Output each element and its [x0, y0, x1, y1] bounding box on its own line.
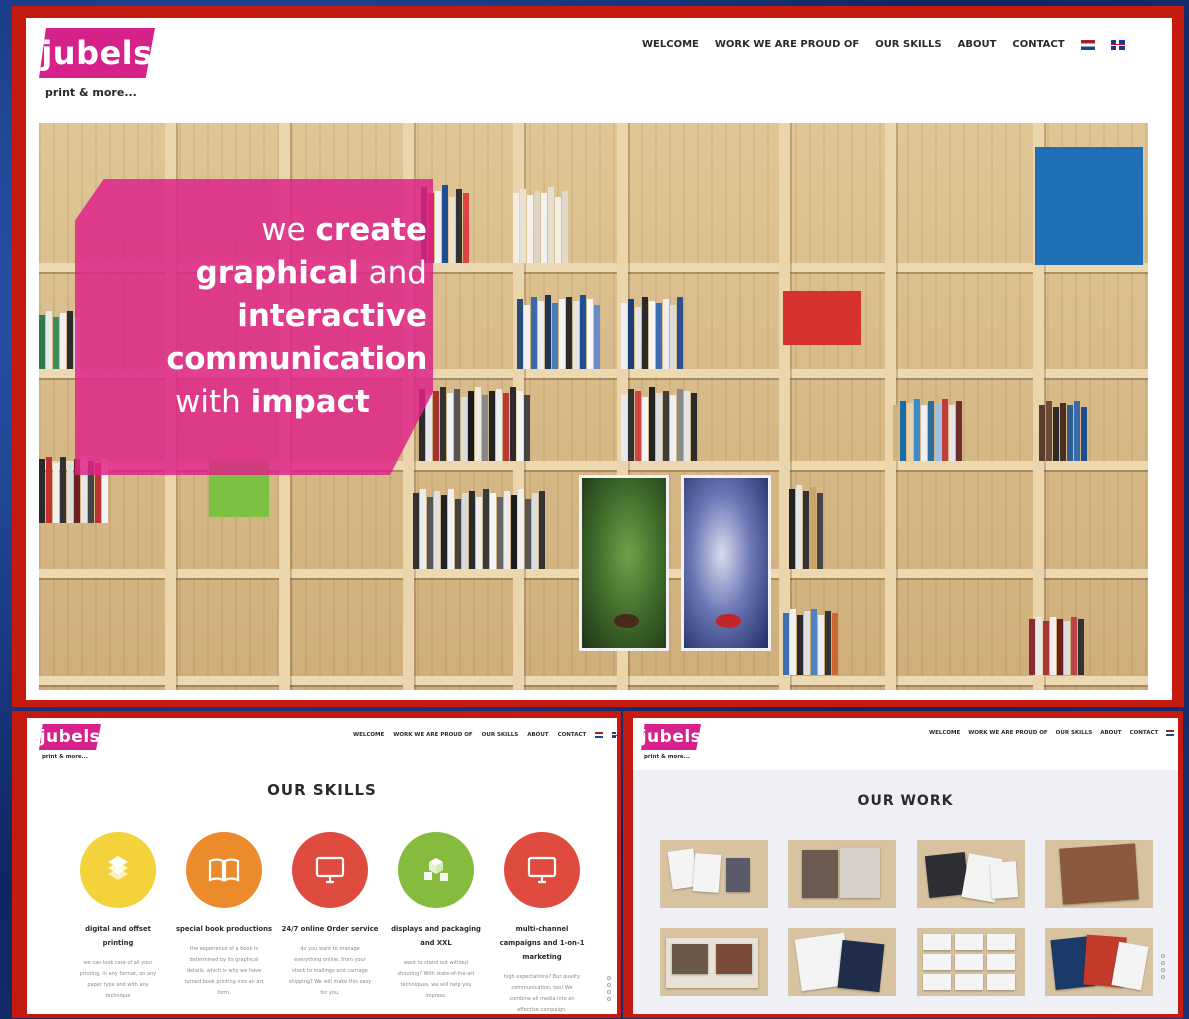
nav-about[interactable]: ABOUT [527, 732, 548, 738]
work-thumb-book-spread[interactable] [660, 928, 768, 996]
monitor-icon [315, 856, 345, 884]
skill-title: multi-channel campaigns and 1-on-1 marketi… [499, 925, 585, 961]
work-thumb-brochures[interactable] [660, 840, 768, 908]
work-heading: OUR WORK [857, 793, 954, 809]
nav-welcome[interactable]: WELCOME [642, 39, 699, 50]
skill-description: want to stand out without shouting? With … [397, 960, 475, 999]
skill-circle [80, 832, 156, 908]
work-section-panel: jubels print & more... WELCOME WORK WE A… [633, 718, 1178, 1014]
nav-about[interactable]: ABOUT [958, 39, 997, 50]
logo-tagline: print & more... [42, 754, 88, 760]
skill-circle [504, 832, 580, 908]
nav-skills[interactable]: OUR SKILLS [1056, 730, 1093, 736]
skills-section-panel: jubels print & more... WELCOME WORK WE A… [27, 718, 617, 1014]
skill-description: high expectations? But quality communicat… [503, 974, 581, 1013]
skills-heading: OUR SKILLS [267, 781, 377, 799]
logo-badge: jubels [641, 724, 701, 750]
nav-skills[interactable]: OUR SKILLS [875, 39, 941, 50]
skill-card[interactable]: 24/7 online Order service do you want to… [275, 832, 385, 999]
main-nav: WELCOME WORK WE ARE PROUD OF OUR SKILLS … [353, 732, 617, 738]
skill-card[interactable]: displays and packaging and XXL want to st… [381, 832, 491, 1002]
monitor-icon [527, 856, 557, 884]
work-thumb-dark-booklets[interactable] [917, 840, 1025, 908]
skill-card[interactable]: digital and offset printing we can look c… [63, 832, 173, 1002]
flag-nl-icon[interactable] [595, 732, 604, 738]
logo-tagline: print & more... [644, 754, 690, 760]
hero-tagline: we create graphical and interactive comm… [166, 212, 427, 420]
skill-description: the experience of a book is determined by… [184, 946, 264, 996]
section-pager-dots[interactable] [1161, 954, 1165, 979]
skill-description: do you want to manage everything online, … [288, 946, 372, 996]
nav-work[interactable]: WORK WE ARE PROUD OF [715, 39, 859, 50]
skill-circle [292, 832, 368, 908]
flag-en-icon[interactable] [612, 732, 617, 738]
logo[interactable]: jubels print & more... [39, 28, 159, 100]
skill-circle [398, 832, 474, 908]
nav-contact[interactable]: CONTACT [558, 732, 587, 738]
logo-tagline: print & more... [45, 86, 137, 99]
nav-work[interactable]: WORK WE ARE PROUD OF [968, 730, 1047, 736]
nav-work[interactable]: WORK WE ARE PROUD OF [393, 732, 472, 738]
logo-badge: jubels [39, 724, 101, 750]
work-thumb-catalog[interactable] [788, 840, 896, 908]
header-bar [633, 718, 1178, 770]
work-thumb-cards-grid[interactable] [917, 928, 1025, 996]
skill-title: 24/7 online Order service [281, 925, 379, 933]
nav-contact[interactable]: CONTACT [1130, 730, 1159, 736]
logo[interactable]: jubels print & more... [641, 724, 705, 764]
work-thumb-flyers[interactable] [1045, 928, 1153, 996]
nav-about[interactable]: ABOUT [1100, 730, 1121, 736]
nav-welcome[interactable]: WELCOME [929, 730, 960, 736]
work-thumb-magazine[interactable] [788, 928, 896, 996]
pages-fan-icon [108, 856, 128, 880]
skill-card[interactable]: multi-channel campaigns and 1-on-1 marketi… [487, 832, 597, 1014]
main-nav: WELCOME WORK WE ARE PROUD OF OUR SKILLS … [929, 730, 1178, 736]
work-thumb-book-cover[interactable] [1045, 840, 1153, 908]
flag-nl-icon[interactable] [1080, 39, 1095, 50]
blue-face-poster [681, 475, 771, 651]
logo[interactable]: jubels print & more... [39, 724, 103, 764]
cubes-icon [424, 858, 448, 881]
skill-title: digital and offset printing [85, 925, 151, 947]
nav-contact[interactable]: CONTACT [1012, 39, 1064, 50]
nav-skills[interactable]: OUR SKILLS [482, 732, 519, 738]
flag-en-icon[interactable] [1110, 39, 1125, 50]
nav-welcome[interactable]: WELCOME [353, 732, 384, 738]
flag-nl-icon[interactable] [1166, 730, 1175, 736]
section-pager-dots[interactable] [607, 976, 611, 1001]
skill-title: displays and packaging and XXL [391, 925, 481, 947]
green-face-poster [579, 475, 669, 651]
skill-title: special book productions [175, 925, 272, 933]
main-nav: WELCOME WORK WE ARE PROUD OF OUR SKILLS … [642, 39, 1125, 50]
logo-badge: jubels [39, 28, 155, 78]
skill-card[interactable]: special book productions the experience … [169, 832, 279, 999]
homepage-hero-panel: jubels print & more... WELCOME WORK WE A… [26, 18, 1172, 700]
open-book-icon [208, 858, 240, 882]
skill-circle [186, 832, 262, 908]
hero-bookcase-photo: we create graphical and interactive comm… [39, 123, 1148, 690]
skill-description: we can look care of all your printing, in… [79, 960, 157, 999]
